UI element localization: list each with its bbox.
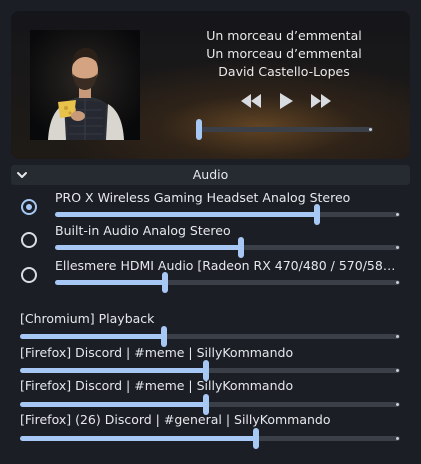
device-label: Built-in Audio Analog Stereo (55, 223, 231, 238)
device-label: Ellesmere HDMI Audio [Radeon RX 470/480 … (55, 258, 400, 273)
seek-end-dot (369, 128, 372, 131)
stream-label: [Chromium] Playback (20, 311, 155, 326)
audio-section-title: Audio (192, 167, 229, 182)
device-row: PRO X Wireless Gaming Headset Analog Ste… (0, 190, 421, 225)
stream-volume-slider[interactable] (20, 326, 400, 347)
stream-label: [Firefox] Discord | #meme | SillyKommand… (20, 345, 294, 360)
skip-forward-icon[interactable] (308, 91, 333, 111)
play-icon[interactable] (273, 91, 298, 111)
stream-label: [Firefox] (26) Discord | #general | Sill… (20, 412, 331, 427)
device-radio[interactable] (21, 199, 37, 215)
stream-label: [Firefox] Discord | #meme | SillyKommand… (20, 378, 294, 393)
device-volume-slider[interactable] (55, 204, 400, 225)
volume-handle[interactable] (161, 326, 168, 347)
stream-volume-slider[interactable] (20, 394, 400, 415)
playback-controls (238, 91, 333, 111)
volume-handle[interactable] (162, 272, 169, 293)
seek-handle[interactable] (196, 119, 202, 140)
seek-bar[interactable] (199, 127, 373, 132)
track-title: Un morceau d’emmental (206, 28, 362, 43)
device-volume-slider[interactable] (55, 237, 400, 258)
volume-handle[interactable] (238, 237, 245, 258)
stream-volume-slider[interactable] (20, 428, 400, 449)
device-radio[interactable] (21, 267, 37, 283)
volume-handle[interactable] (252, 428, 259, 449)
device-row: Built-in Audio Analog Stereo (0, 223, 421, 258)
skip-back-icon[interactable] (238, 91, 263, 111)
album-name: Un morceau d’emmental (206, 46, 362, 61)
audio-section-header[interactable]: Audio (11, 165, 410, 185)
device-row: Ellesmere HDMI Audio [Radeon RX 470/480 … (0, 258, 421, 293)
album-cover (30, 30, 140, 140)
device-label: PRO X Wireless Gaming Headset Analog Ste… (55, 190, 351, 205)
device-radio[interactable] (21, 232, 37, 248)
artist-name: David Castello-Lopes (218, 64, 350, 79)
volume-handle[interactable] (314, 204, 321, 225)
stream-volume-slider[interactable] (20, 360, 400, 381)
device-volume-slider[interactable] (55, 272, 400, 293)
media-player: Un morceau d’emmental Un morceau d’emmen… (11, 11, 410, 159)
